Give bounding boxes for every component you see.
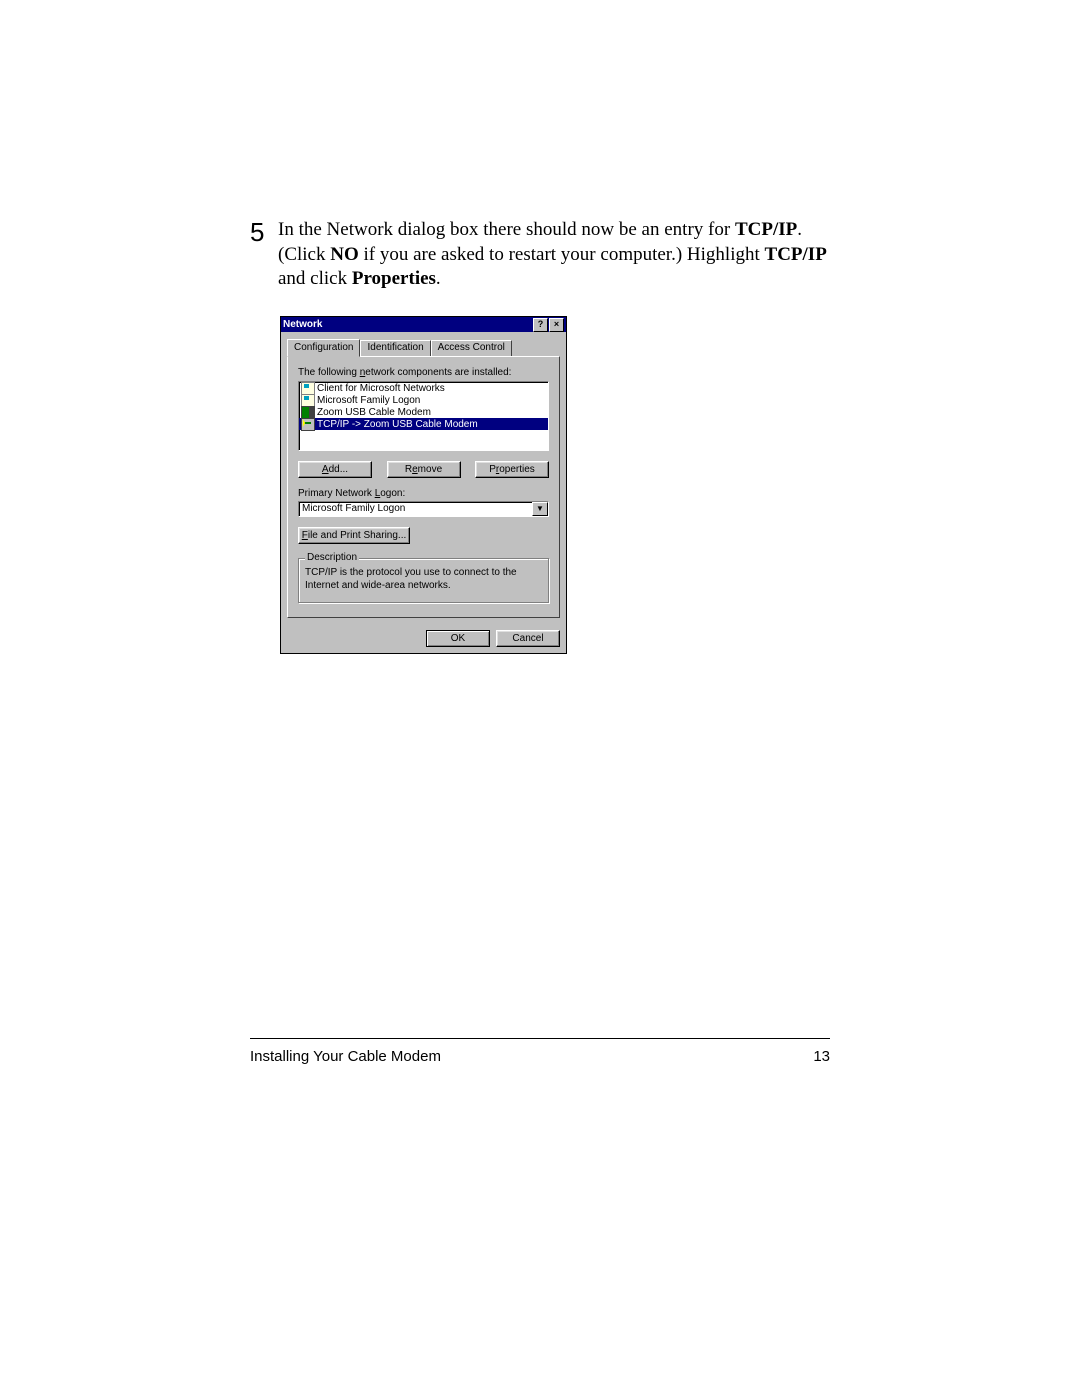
step-5: 5 In the Network dialog box there should…	[250, 218, 830, 292]
add-button[interactable]: Add...	[298, 461, 372, 478]
cancel-button[interactable]: Cancel	[496, 630, 560, 647]
list-item[interactable]: Microsoft Family Logon	[299, 394, 548, 406]
list-item-label: Microsoft Family Logon	[317, 395, 420, 406]
page-footer: Installing Your Cable Modem 13	[250, 1048, 830, 1065]
description-text: TCP/IP is the protocol you use to connec…	[305, 567, 542, 592]
component-buttons: Add... Remove Properties	[298, 461, 549, 478]
dialog-title: Network	[283, 319, 532, 330]
step-text: In the Network dialog box there should n…	[278, 218, 830, 292]
network-dialog: Network ? × Configuration Identification…	[280, 316, 567, 654]
list-item[interactable]: Client for Microsoft Networks	[299, 382, 548, 394]
components-label: The following network components are ins…	[298, 367, 549, 378]
ok-button[interactable]: OK	[426, 630, 490, 647]
dialog-footer: OK Cancel	[281, 626, 566, 653]
remove-button[interactable]: Remove	[387, 461, 461, 478]
list-item-label: Zoom USB Cable Modem	[317, 407, 431, 418]
titlebar[interactable]: Network ? ×	[281, 317, 566, 332]
help-button[interactable]: ?	[533, 318, 548, 332]
list-item-selected[interactable]: TCP/IP -> Zoom USB Cable Modem	[299, 418, 548, 430]
primary-logon-value: Microsoft Family Logon	[299, 502, 532, 516]
footer-left: Installing Your Cable Modem	[250, 1048, 441, 1065]
primary-logon-label: Primary Network Logon:	[298, 488, 549, 499]
list-item-label: TCP/IP -> Zoom USB Cable Modem	[317, 419, 478, 430]
file-print-sharing-button[interactable]: File and Print Sharing...	[298, 527, 410, 544]
components-listbox[interactable]: Client for Microsoft Networks Microsoft …	[298, 381, 549, 451]
tab-configuration[interactable]: Configuration	[287, 339, 360, 357]
properties-button[interactable]: Properties	[475, 461, 549, 478]
close-button[interactable]: ×	[549, 318, 564, 332]
list-item-label: Client for Microsoft Networks	[317, 383, 445, 394]
page-content: 5 In the Network dialog box there should…	[250, 218, 830, 316]
tab-strip: Configuration Identification Access Cont…	[287, 338, 560, 356]
footer-page-number: 13	[813, 1048, 830, 1065]
step-number: 5	[250, 219, 278, 245]
footer-rule	[250, 1038, 830, 1039]
dialog-body: Configuration Identification Access Cont…	[281, 332, 566, 626]
tab-panel-configuration: The following network components are ins…	[287, 356, 560, 618]
list-item[interactable]: Zoom USB Cable Modem	[299, 406, 548, 418]
chevron-down-icon[interactable]: ▼	[532, 502, 548, 516]
description-legend: Description	[305, 552, 359, 563]
protocol-icon	[301, 418, 315, 431]
primary-logon-combo[interactable]: Microsoft Family Logon ▼	[298, 501, 549, 517]
description-group: Description TCP/IP is the protocol you u…	[298, 558, 549, 603]
